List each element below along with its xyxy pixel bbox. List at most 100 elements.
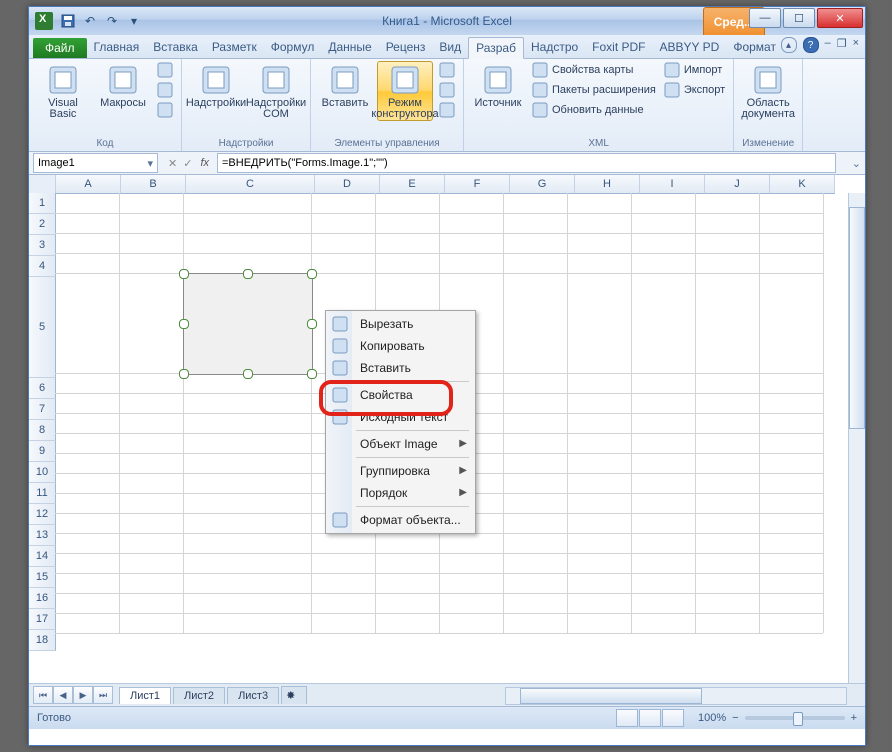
row-header[interactable]: 1 <box>29 193 56 214</box>
row-header[interactable]: 15 <box>29 567 56 588</box>
macros-button[interactable]: Макросы <box>95 61 151 110</box>
row-header[interactable]: 11 <box>29 483 56 504</box>
import-button[interactable]: Импорт <box>662 61 727 79</box>
row-header[interactable]: 9 <box>29 441 56 462</box>
ribbon-tab[interactable]: Главная <box>87 37 147 58</box>
row-header[interactable]: 2 <box>29 214 56 235</box>
doc-minimize-icon[interactable]: – <box>825 37 831 53</box>
context-menu-item[interactable]: Порядок▶ <box>328 482 473 504</box>
ribbon-tab[interactable]: Надстро <box>524 37 585 58</box>
column-header[interactable]: B <box>121 175 186 194</box>
qat-dropdown-icon[interactable]: ▾ <box>125 12 143 30</box>
expand-formula-bar-icon[interactable]: ⌄ <box>852 157 861 170</box>
context-menu-item[interactable]: Вырезать <box>328 313 473 335</box>
row-header[interactable]: 7 <box>29 399 56 420</box>
close-button[interactable]: ✕ <box>817 8 863 28</box>
sheet-tab[interactable]: Лист1 <box>119 687 171 704</box>
row-header[interactable]: 8 <box>29 420 56 441</box>
comaddin-button[interactable]: НадстройкиCOM <box>248 61 304 121</box>
ribbon-tab[interactable]: Формат <box>726 37 783 58</box>
column-header[interactable]: G <box>510 175 575 194</box>
refresh-button[interactable]: Обновить данные <box>530 101 658 119</box>
rundlg-button[interactable] <box>437 101 457 119</box>
next-sheet-button[interactable]: ▶ <box>73 686 93 704</box>
column-header[interactable]: D <box>315 175 380 194</box>
minimize-button[interactable]: — <box>749 8 781 28</box>
ribbon-tab[interactable]: Данные <box>321 37 378 58</box>
name-box-dropdown-icon[interactable]: ▾ <box>147 157 153 170</box>
viewcode-button[interactable] <box>437 81 457 99</box>
record-button[interactable] <box>155 61 175 79</box>
column-header[interactable]: C <box>186 175 315 194</box>
prev-sheet-button[interactable]: ◀ <box>53 686 73 704</box>
context-menu-item[interactable]: Объект Image▶ <box>328 433 473 455</box>
horizontal-scrollbar[interactable] <box>505 687 847 705</box>
source-button[interactable]: Источник <box>470 61 526 110</box>
docpanel-button[interactable]: Областьдокумента <box>740 61 796 121</box>
ribbon-tab[interactable]: Разметк <box>205 37 264 58</box>
ribbon-tab[interactable]: Формул <box>264 37 322 58</box>
save-icon[interactable] <box>59 12 77 30</box>
doc-restore-icon[interactable]: ❐ <box>837 37 847 53</box>
vertical-scrollbar[interactable] <box>848 193 865 683</box>
ribbon-tab[interactable]: Foxit PDF <box>585 37 652 58</box>
context-menu-item[interactable]: Свойства <box>328 384 473 406</box>
row-header[interactable]: 12 <box>29 504 56 525</box>
sheet-tab[interactable]: Лист3 <box>227 687 279 704</box>
row-header[interactable]: 18 <box>29 630 56 651</box>
new-sheet-button[interactable]: ✸ <box>281 686 307 704</box>
column-header[interactable]: A <box>56 175 121 194</box>
page-layout-view-button[interactable] <box>639 709 661 727</box>
zoom-slider[interactable] <box>745 716 845 720</box>
export-button[interactable]: Экспорт <box>662 81 727 99</box>
undo-icon[interactable]: ↶ <box>81 12 99 30</box>
ribbon-tab[interactable]: ABBYY PD <box>653 37 727 58</box>
column-header[interactable]: E <box>380 175 445 194</box>
row-header[interactable]: 6 <box>29 378 56 399</box>
row-header[interactable]: 13 <box>29 525 56 546</box>
enter-formula-icon[interactable]: ✓ <box>183 157 192 170</box>
row-header[interactable]: 10 <box>29 462 56 483</box>
ribbon-tab[interactable]: Вид <box>432 37 468 58</box>
column-header[interactable]: H <box>575 175 640 194</box>
select-all-corner[interactable] <box>29 175 56 194</box>
column-header[interactable]: I <box>640 175 705 194</box>
help-button[interactable]: ? <box>803 37 819 53</box>
worksheet-grid[interactable]: ABCDEFGHIJK 123456789101112131415161718 … <box>29 175 865 683</box>
row-header[interactable]: 5 <box>29 277 56 378</box>
design-button[interactable]: Режимконструктора <box>377 61 433 121</box>
column-header[interactable]: F <box>445 175 510 194</box>
first-sheet-button[interactable]: ⏮ <box>33 686 53 704</box>
context-menu-item[interactable]: Исходный текст <box>328 406 473 428</box>
vb-button[interactable]: VisualBasic <box>35 61 91 121</box>
context-menu-item[interactable]: Формат объекта... <box>328 509 473 531</box>
zoom-out-button[interactable]: − <box>732 712 738 724</box>
security-button[interactable] <box>155 101 175 119</box>
redo-icon[interactable]: ↷ <box>103 12 121 30</box>
maximize-button[interactable]: ☐ <box>783 8 815 28</box>
context-menu-item[interactable]: Группировка▶ <box>328 460 473 482</box>
zoom-in-button[interactable]: + <box>851 712 857 724</box>
context-menu-item[interactable]: Вставить <box>328 357 473 379</box>
context-menu-item[interactable]: Копировать <box>328 335 473 357</box>
minimize-ribbon-button[interactable]: ▴ <box>781 37 797 53</box>
row-header[interactable]: 3 <box>29 235 56 256</box>
name-box[interactable]: Image1 ▾ <box>33 153 158 173</box>
expansion-button[interactable]: Пакеты расширения <box>530 81 658 99</box>
sheet-tab[interactable]: Лист2 <box>173 687 225 704</box>
ribbon-tab[interactable]: Вставка <box>146 37 205 58</box>
page-break-view-button[interactable] <box>662 709 684 727</box>
normal-view-button[interactable] <box>616 709 638 727</box>
file-tab[interactable]: Файл <box>33 38 87 58</box>
addin-button[interactable]: Надстройки <box>188 61 244 110</box>
doc-close-icon[interactable]: × <box>853 37 859 53</box>
ribbon-tab[interactable]: Реценз <box>379 37 433 58</box>
row-header[interactable]: 16 <box>29 588 56 609</box>
formula-input[interactable]: =ВНЕДРИТЬ("Forms.Image.1";"") <box>217 153 836 173</box>
mapprops-button[interactable]: Свойства карты <box>530 61 658 79</box>
relref-button[interactable] <box>155 81 175 99</box>
column-header[interactable]: J <box>705 175 770 194</box>
last-sheet-button[interactable]: ⏭ <box>93 686 113 704</box>
row-header[interactable]: 4 <box>29 256 56 277</box>
row-header[interactable]: 17 <box>29 609 56 630</box>
